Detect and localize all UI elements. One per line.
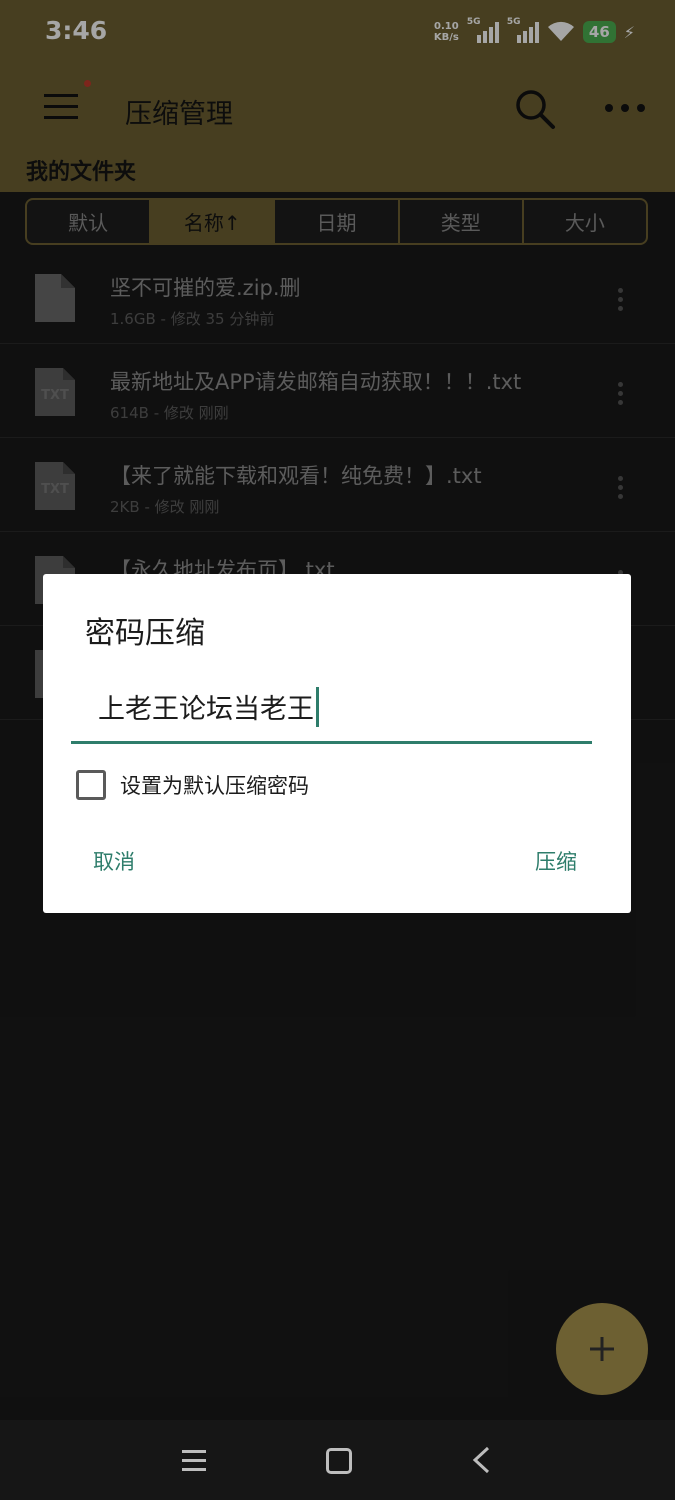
text-caret <box>316 686 319 727</box>
default-password-checkbox[interactable] <box>76 770 106 800</box>
plus-icon <box>590 1337 614 1361</box>
dialog-title: 密码压缩 <box>85 616 205 651</box>
default-password-option[interactable]: 设置为默认压缩密码 <box>76 768 309 802</box>
add-fab-button[interactable] <box>556 1303 648 1395</box>
home-icon[interactable] <box>326 1448 352 1474</box>
compress-button[interactable]: 压缩 <box>535 846 577 876</box>
back-icon[interactable] <box>470 1446 492 1474</box>
system-nav-bar <box>0 1420 675 1500</box>
checkbox-label: 设置为默认压缩密码 <box>120 774 309 798</box>
password-value: 上老王论坛当老王 <box>98 694 314 725</box>
cancel-button[interactable]: 取消 <box>93 846 135 876</box>
recent-apps-icon[interactable] <box>182 1450 206 1472</box>
password-dialog: 密码压缩 上老王论坛当老王 设置为默认压缩密码 取消 压缩 <box>43 574 631 913</box>
screen: 3:46 0.10 KB/s 5G 5G 46 ⚡ 压缩管理 我的文件夹 默认 … <box>0 0 675 1500</box>
password-input[interactable]: 上老王论坛当老王 <box>71 672 592 744</box>
